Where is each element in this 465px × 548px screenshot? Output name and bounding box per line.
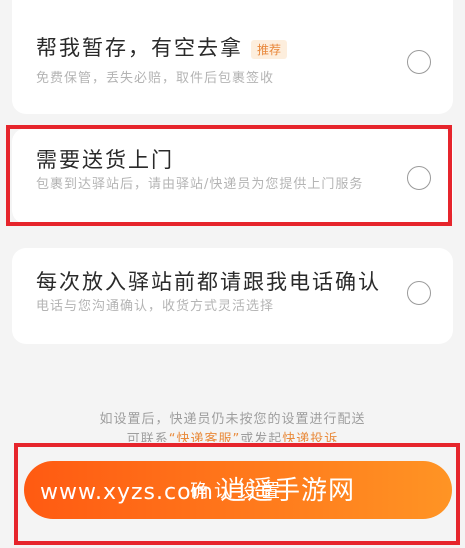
- notice-text-line2: 可联系“快递客服”或发起快递投诉: [0, 428, 465, 442]
- notice-mid: 或发起: [240, 432, 283, 442]
- watermark-name: 逍遥手游网: [219, 476, 355, 506]
- option-radio[interactable]: [407, 50, 431, 74]
- option-radio[interactable]: [407, 166, 431, 190]
- complaint-link[interactable]: 快递投诉: [282, 432, 338, 442]
- watermark: www.xyzs.com 逍遥手游网: [40, 470, 355, 507]
- option-description: 包裹到达驿站后，请由驿站/快递员为您提供上门服务: [36, 177, 364, 192]
- option-title-text: 帮我暂存，有空去拿: [36, 36, 243, 60]
- option-title: 每次放入驿站前都请跟我电话确认: [36, 270, 381, 294]
- option-title: 需要送货上门: [36, 148, 174, 172]
- option-card-self-pickup[interactable]: 帮我暂存，有空去拿 推荐 免费保管，丢失必赔，取件后包裹签收: [12, 0, 453, 114]
- option-description: 电话与您沟通确认，收货方式灵活选择: [36, 299, 275, 314]
- customer-service-link[interactable]: “快递客服”: [169, 432, 240, 442]
- recommended-badge: 推荐: [251, 39, 288, 59]
- option-card-home-delivery[interactable]: 需要送货上门 包裹到达驿站后，请由驿站/快递员为您提供上门服务: [12, 128, 453, 224]
- notice-prefix: 可联系: [126, 432, 169, 442]
- option-description: 免费保管，丢失必赔，取件后包裹签收: [36, 71, 275, 86]
- option-radio[interactable]: [407, 281, 431, 305]
- watermark-url: www.xyzs.com: [40, 480, 214, 505]
- option-title: 帮我暂存，有空去拿 推荐: [36, 32, 288, 62]
- option-card-phone-confirm[interactable]: 每次放入驿站前都请跟我电话确认 电话与您沟通确认，收货方式灵活选择: [12, 248, 453, 344]
- notice-text: 如设置后，快递员仍未按您的设置进行配送: [99, 412, 366, 427]
